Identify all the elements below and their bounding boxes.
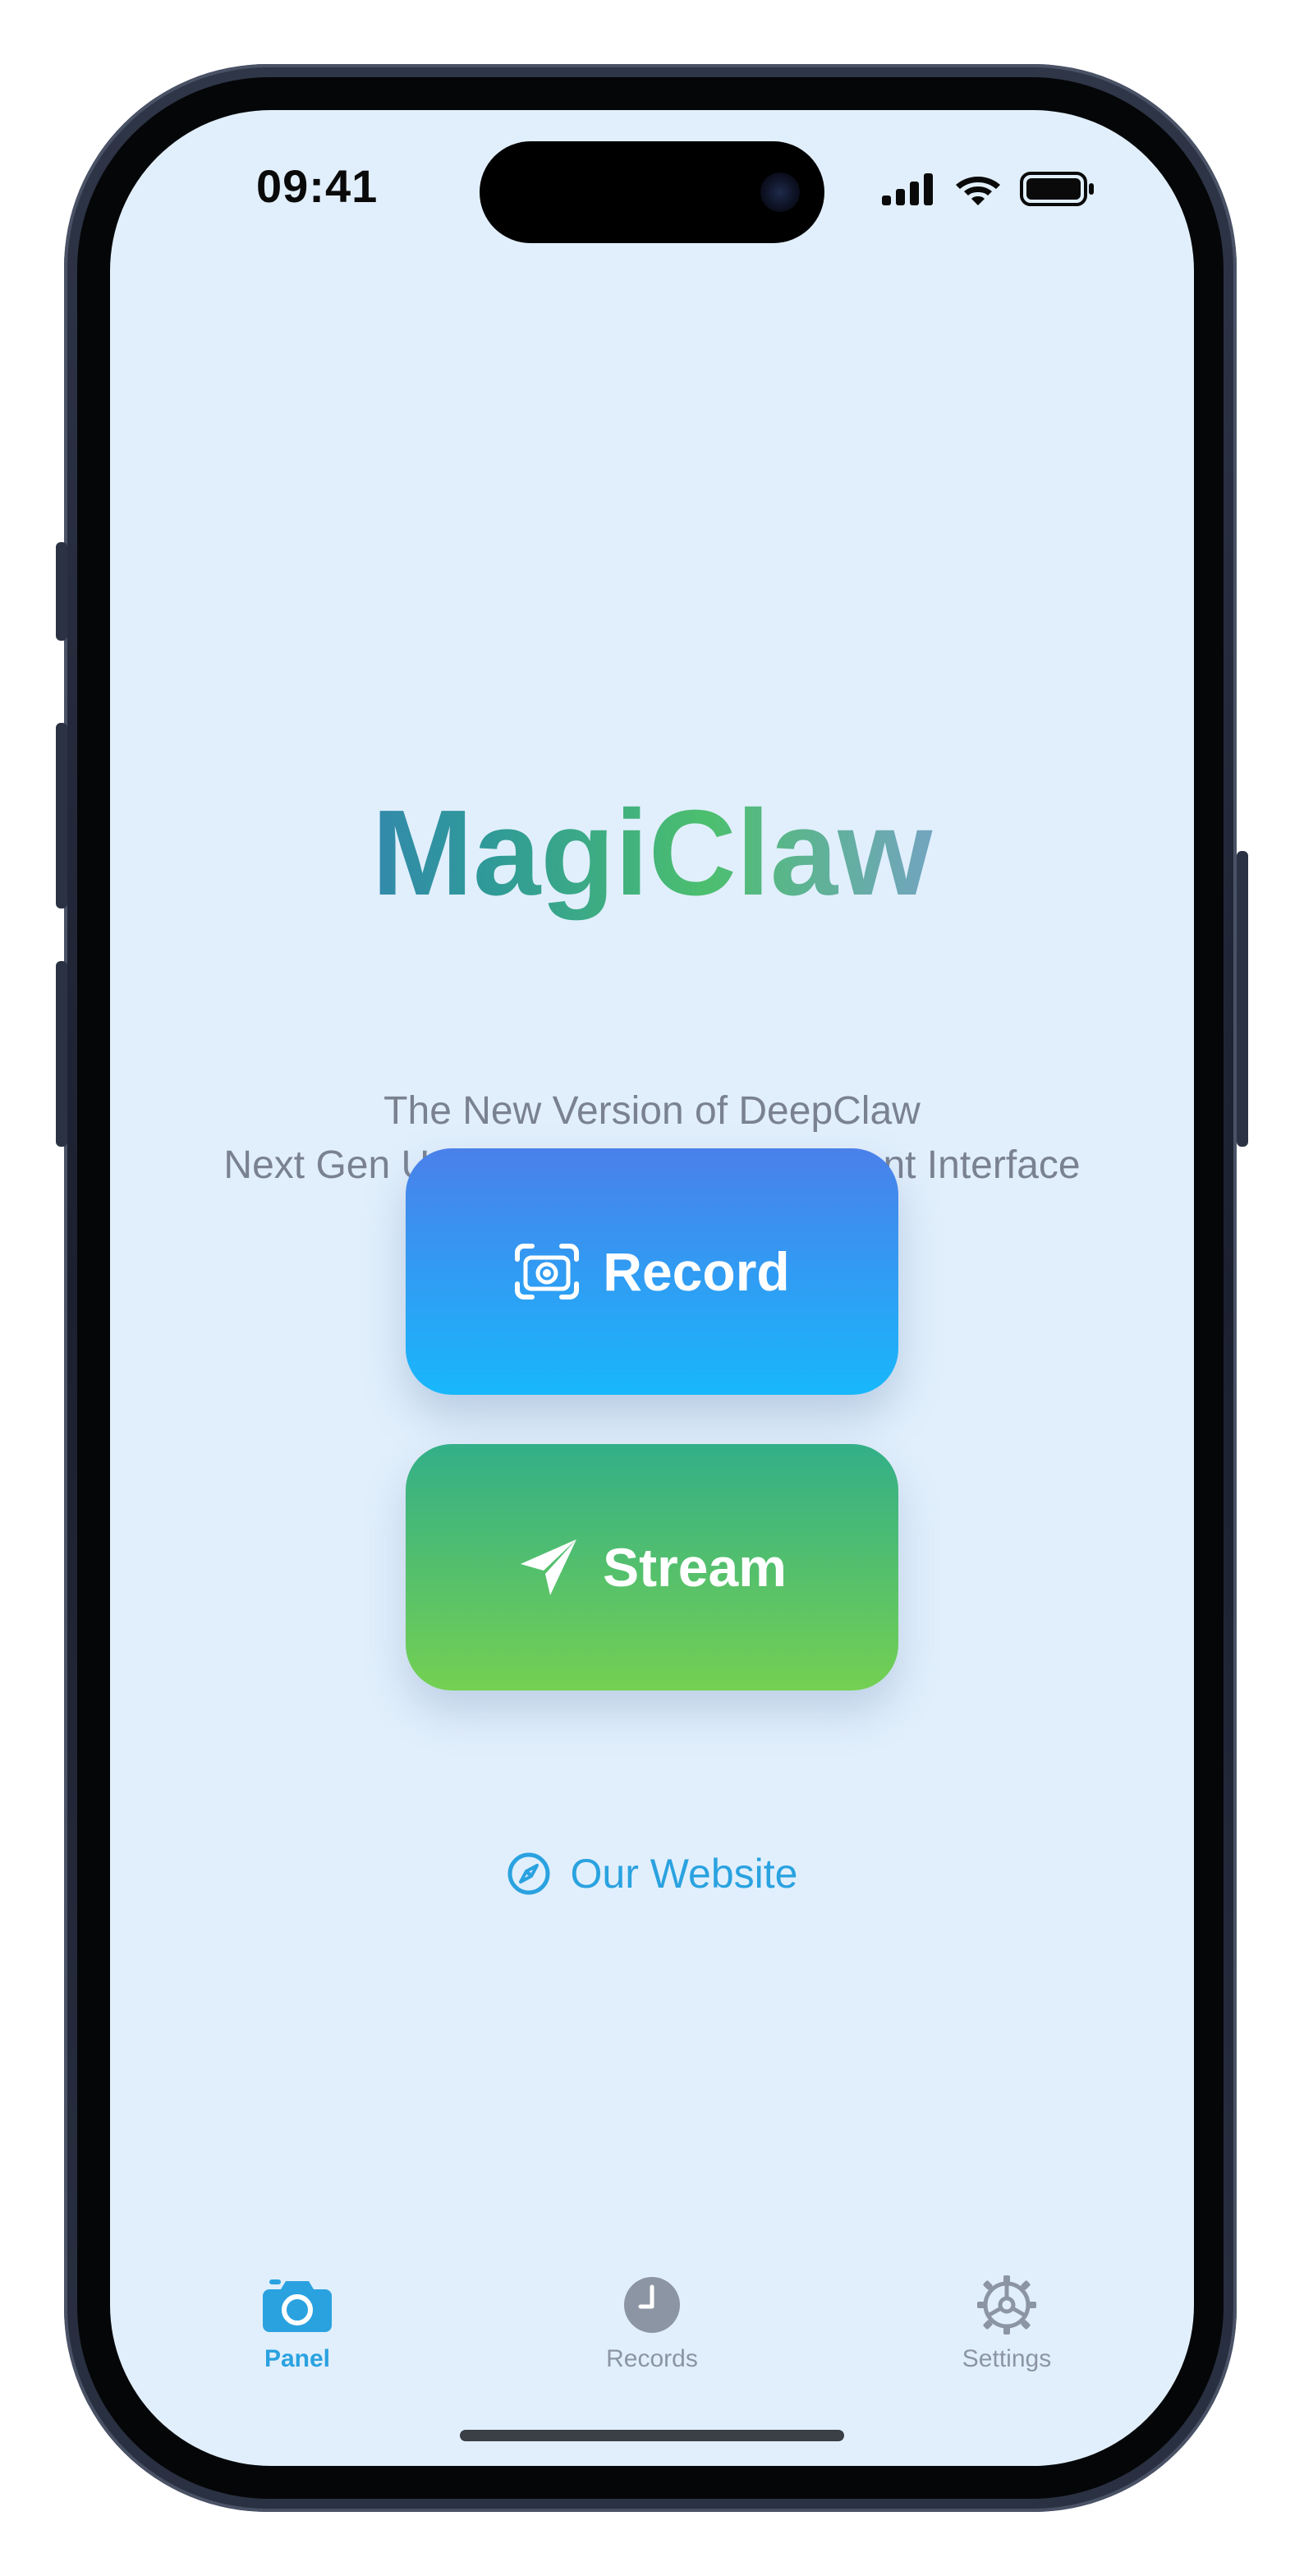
- volume-down-button: [56, 961, 67, 1147]
- clock-icon: [615, 2274, 689, 2336]
- status-icons: [882, 169, 1095, 209]
- cellular-signal-icon: [882, 173, 933, 205]
- action-button: [56, 542, 67, 641]
- volume-up-button: [56, 723, 67, 908]
- tab-panel-label: Panel: [264, 2345, 331, 2372]
- website-label: Our Website: [570, 1851, 798, 1897]
- record-label: Record: [603, 1241, 790, 1302]
- status-time: 09:41: [256, 160, 379, 212]
- tab-panel[interactable]: Panel: [199, 2274, 396, 2374]
- dynamic-island: [480, 141, 824, 243]
- tab-settings-label: Settings: [962, 2345, 1052, 2372]
- front-camera-icon: [760, 172, 800, 212]
- tab-records-label: Records: [606, 2345, 698, 2372]
- camera-icon: [260, 2274, 334, 2336]
- power-button: [1237, 851, 1248, 1147]
- battery-icon: [1020, 172, 1094, 206]
- record-camera-icon: [515, 1244, 580, 1300]
- tab-settings[interactable]: Settings: [908, 2274, 1105, 2374]
- wifi-icon: [956, 177, 1000, 205]
- record-button[interactable]: Record: [406, 1148, 898, 1395]
- home-indicator[interactable]: [460, 2430, 844, 2441]
- website-link[interactable]: Our Website: [110, 1850, 1194, 1898]
- tab-records[interactable]: Records: [553, 2274, 751, 2374]
- subtitle-line-1: The New Version of DeepClaw: [383, 1089, 921, 1133]
- phone-screen: 09:41 MagiClaw The New Version of DeepCl…: [110, 110, 1194, 2466]
- compass-icon: [507, 1852, 550, 1895]
- gear-icon: [970, 2274, 1044, 2336]
- app-title: MagiClaw: [110, 784, 1194, 923]
- stream-button[interactable]: Stream: [406, 1444, 898, 1690]
- stream-label: Stream: [603, 1537, 787, 1598]
- paper-plane-icon: [521, 1539, 577, 1595]
- tab-bar: Panel Records Settings: [110, 2274, 1194, 2397]
